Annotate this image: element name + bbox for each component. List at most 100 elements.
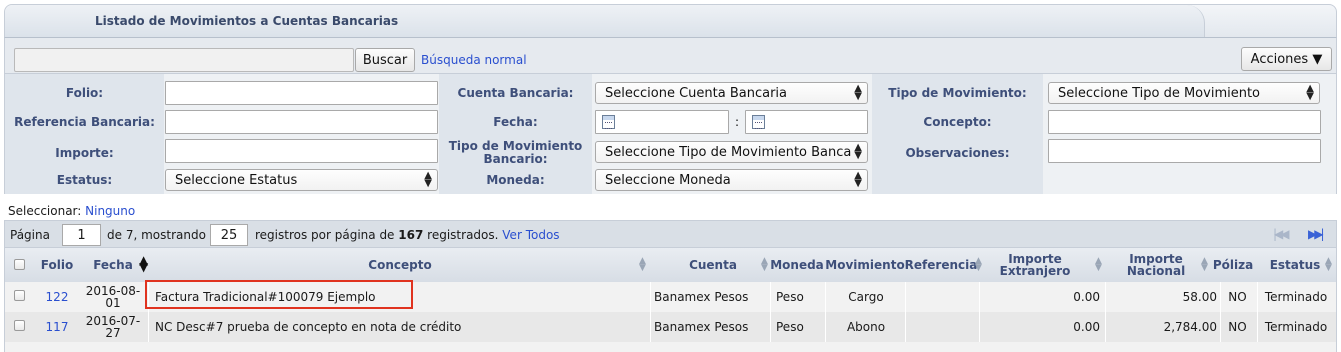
highlight-box xyxy=(145,280,413,309)
estatus-cell: Terminado xyxy=(1264,290,1328,304)
importe-extranjero-header: Importe Extranjero xyxy=(1000,253,1071,277)
registered-text: registrados. xyxy=(427,228,499,242)
column-concepto[interactable]: Concepto xyxy=(155,248,645,282)
importe-input[interactable] xyxy=(165,139,438,163)
moneda-value: Seleccione Moneda xyxy=(605,173,731,188)
total-count: 167 xyxy=(398,228,424,242)
tab-bar: Listado de Movimientos a Cuentas Bancari… xyxy=(4,4,1337,37)
fecha-end-input[interactable] xyxy=(745,110,868,134)
actions-button[interactable]: Acciones ▼ xyxy=(1241,47,1332,71)
selection-bar: Seleccionar: Ninguno xyxy=(8,204,135,218)
divider xyxy=(650,312,651,342)
tipo-mov-bancario-label: Tipo de Movimiento Bancario: xyxy=(439,140,592,166)
column-importe-extranjero[interactable]: Importe Extranjero xyxy=(985,248,1085,282)
search-mode-link[interactable]: Búsqueda normal xyxy=(421,53,527,67)
observaciones-input[interactable] xyxy=(1048,139,1321,163)
sort-icon[interactable]: ▲ ▼ xyxy=(1325,257,1332,273)
fecha-line2: 27 xyxy=(105,326,121,340)
table-row[interactable]: 117 2016-07- 27 NC Desc#7 prueba de conce… xyxy=(4,312,1337,342)
per-page-text: registros por página de xyxy=(255,228,395,242)
sort-icon[interactable]: ▲ ▼ xyxy=(1095,257,1102,273)
observaciones-label: Observaciones: xyxy=(905,146,1010,160)
view-all-link[interactable]: Ver Todos xyxy=(502,228,559,242)
concepto-cell: NC Desc#7 prueba de concepto en nota de … xyxy=(155,320,462,334)
referencia-cell xyxy=(907,282,977,312)
importe-nacional-cell: 58.00 xyxy=(1182,290,1217,304)
fecha-separator: : xyxy=(734,115,740,129)
page-label: Página xyxy=(10,228,50,242)
fecha-cell: 2016-08- 01 xyxy=(81,282,145,312)
divider xyxy=(979,282,980,312)
divider xyxy=(770,312,771,342)
folio-label: Folio: xyxy=(65,86,104,100)
column-folio[interactable]: Folio xyxy=(37,248,77,282)
fecha-start-input[interactable] xyxy=(595,110,729,134)
sort-icon[interactable]: ▲ ▼ xyxy=(975,257,982,273)
estatus-cell: Terminado xyxy=(1264,320,1328,334)
row-checkbox[interactable] xyxy=(14,320,25,331)
moneda-select[interactable]: Seleccione Moneda ▲ ▼ xyxy=(595,169,868,191)
sort-icon[interactable]: ▲ ▼ xyxy=(1201,257,1208,273)
column-estatus[interactable]: Estatus xyxy=(1263,248,1327,282)
tipo-movimiento-select[interactable]: Seleccione Tipo de Movimiento ▲ ▼ xyxy=(1048,82,1320,104)
page-of-text: de 7, mostrando xyxy=(107,228,206,242)
search-input[interactable] xyxy=(14,48,354,72)
poliza-cell: NO xyxy=(1228,290,1247,304)
cuenta-bancaria-value: Seleccione Cuenta Bancaria xyxy=(605,86,787,101)
divider xyxy=(905,312,906,342)
column-cuenta[interactable]: Cuenta xyxy=(653,248,773,282)
row-checkbox[interactable] xyxy=(14,290,25,301)
select-arrows-icon: ▲ ▼ xyxy=(854,170,862,189)
table-row-partial xyxy=(4,342,1337,352)
page-number-input[interactable]: 1 xyxy=(62,224,101,246)
divider xyxy=(148,312,149,342)
movimiento-cell: Cargo xyxy=(848,290,884,304)
referencia-bancaria-input[interactable] xyxy=(165,110,438,134)
tipo-mov-bancario-label-line1: Tipo de Movimiento xyxy=(448,139,583,153)
estatus-value: Seleccione Estatus xyxy=(175,173,298,188)
referencia-cell xyxy=(907,312,977,342)
calendar-icon[interactable] xyxy=(752,115,765,129)
estatus-select[interactable]: Seleccione Estatus ▲ ▼ xyxy=(165,169,438,191)
tipo-mov-bancario-label-line2: Bancario: xyxy=(483,152,548,166)
select-all-checkbox[interactable] xyxy=(14,259,25,270)
select-arrows-icon: ▲ ▼ xyxy=(424,170,432,189)
cuenta-cell: Banamex Pesos xyxy=(654,290,749,304)
folio-link[interactable]: 122 xyxy=(46,291,69,303)
pager: Página 1 de 7, mostrando 25 registros po… xyxy=(4,220,1337,248)
column-movimiento[interactable]: Movimiento xyxy=(825,248,905,282)
sort-ascending-icon[interactable]: ▲ ▼ xyxy=(139,254,148,273)
column-referencia[interactable]: Referencia xyxy=(905,248,978,282)
fecha-cell: 2016-07- 27 xyxy=(81,312,145,342)
select-none-link[interactable]: Ninguno xyxy=(85,204,135,218)
selection-label: Seleccionar: xyxy=(8,204,82,218)
column-moneda[interactable]: Moneda xyxy=(770,248,824,282)
search-button[interactable]: Buscar xyxy=(355,48,415,72)
tab-listado[interactable]: Listado de Movimientos a Cuentas Bancari… xyxy=(5,5,1205,37)
sort-icon[interactable]: ▲ ▼ xyxy=(639,257,646,273)
select-arrows-icon: ▲ ▼ xyxy=(854,142,862,161)
calendar-icon[interactable] xyxy=(602,115,615,129)
folio-link[interactable]: 117 xyxy=(46,321,69,333)
moneda-cell: Peso xyxy=(776,320,804,334)
column-fecha[interactable]: Fecha xyxy=(81,248,145,282)
page-title: Listado de Movimientos a Cuentas Bancari… xyxy=(95,14,399,28)
sort-icon[interactable]: ▲ ▼ xyxy=(761,257,768,273)
estatus-label: Estatus: xyxy=(56,173,113,187)
divider xyxy=(1257,282,1258,312)
tipo-mov-bancario-value: Seleccione Tipo de Movimiento Banca xyxy=(605,145,852,160)
last-page-icon[interactable]: ▶▶| xyxy=(1308,227,1324,241)
concepto-input[interactable] xyxy=(1048,110,1321,134)
per-page-input[interactable]: 25 xyxy=(210,224,248,246)
tipo-movimiento-label: Tipo de Movimiento: xyxy=(888,86,1027,100)
select-arrows-icon: ▲ ▼ xyxy=(854,83,862,102)
fecha-label: Fecha: xyxy=(493,115,538,129)
column-importe-nacional[interactable]: Importe Nacional xyxy=(1107,248,1205,282)
cuenta-bancaria-select[interactable]: Seleccione Cuenta Bancaria ▲ ▼ xyxy=(595,82,868,104)
moneda-cell: Peso xyxy=(776,290,804,304)
cuenta-cell: Banamex Pesos xyxy=(654,320,749,334)
column-poliza[interactable]: Póliza xyxy=(1211,248,1255,282)
folio-input[interactable] xyxy=(165,81,438,105)
tipo-mov-bancario-select[interactable]: Seleccione Tipo de Movimiento Banca ▲ ▼ xyxy=(595,141,868,163)
importe-nacional-line2: Nacional xyxy=(1126,264,1186,278)
